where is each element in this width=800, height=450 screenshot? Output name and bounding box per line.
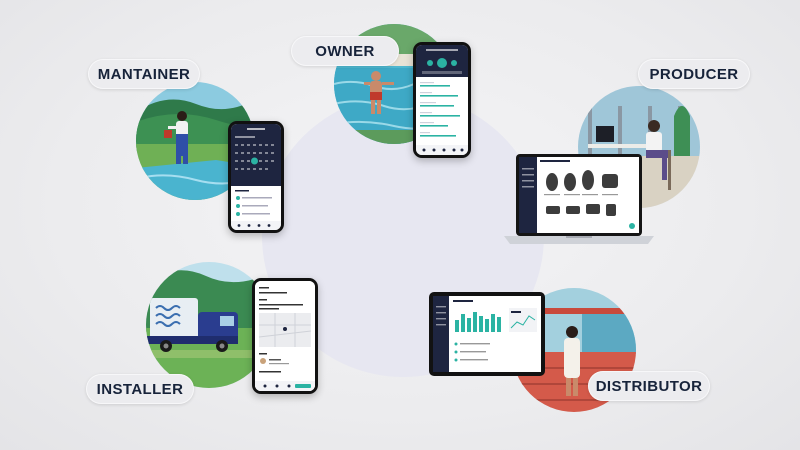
roles-illustration: OWNER MANTAINER PRODUCER INSTALLER DISTR…: [0, 0, 800, 450]
role-owner-text: OWNER: [315, 42, 375, 60]
role-label-distributor: DISTRIBUTOR: [588, 371, 710, 401]
maintainer-calendar-screen: [231, 124, 281, 230]
producer-laptop: [504, 154, 654, 246]
role-producer-text: PRODUCER: [649, 65, 739, 83]
role-distributor-text: DISTRIBUTOR: [595, 377, 703, 395]
role-installer-text: INSTALLER: [96, 380, 184, 398]
installer-tablet: [252, 278, 318, 394]
producer-catalog-screen: [504, 154, 654, 244]
distributor-tablet: [429, 292, 545, 376]
owner-app-screen: [416, 45, 468, 155]
role-label-producer: PRODUCER: [638, 59, 750, 89]
installer-job-screen: [255, 281, 315, 391]
role-label-installer: INSTALLER: [86, 374, 194, 404]
owner-phone: [413, 42, 471, 158]
distributor-dashboard-screen: [429, 292, 545, 376]
maintainer-phone: [228, 121, 284, 233]
role-label-owner: OWNER: [291, 36, 399, 66]
role-label-maintainer: MANTAINER: [88, 59, 200, 89]
role-maintainer-text: MANTAINER: [97, 65, 191, 83]
